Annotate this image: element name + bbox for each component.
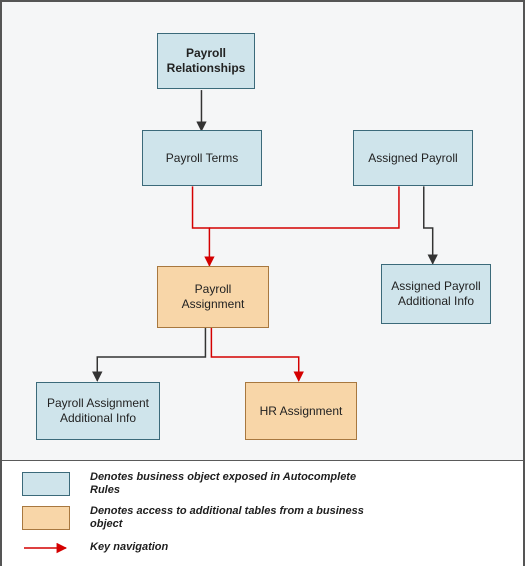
legend-row-blue: Denotes business object exposed in Autoc…	[22, 471, 370, 497]
node-label: HR Assignment	[260, 404, 343, 419]
node-payroll-relationships: Payroll Relationships	[157, 33, 255, 89]
node-label: Assigned Payroll	[368, 151, 457, 166]
node-label: Assigned Payroll Additional Info	[386, 279, 486, 309]
legend-swatch-blue	[22, 472, 70, 496]
node-payroll-assignment-additional-info: Payroll Assignment Additional Info	[36, 382, 160, 440]
legend-arrow-icon	[22, 542, 70, 554]
diagram-frame: Payroll Relationships Payroll Terms Assi…	[0, 0, 525, 566]
node-assigned-payroll: Assigned Payroll	[353, 130, 473, 186]
legend-text-arrow: Key navigation	[90, 541, 168, 554]
node-payroll-assignment: Payroll Assignment	[157, 266, 269, 328]
node-label: Payroll Terms	[166, 151, 238, 166]
legend-swatch-orange	[22, 506, 70, 530]
legend-text-orange: Denotes access to additional tables from…	[90, 505, 370, 531]
legend-row-orange: Denotes access to additional tables from…	[22, 505, 370, 531]
legend: Denotes business object exposed in Autoc…	[2, 461, 523, 567]
node-label: Payroll Assignment Additional Info	[41, 396, 155, 426]
node-assigned-payroll-additional-info: Assigned Payroll Additional Info	[381, 264, 491, 324]
diagram-canvas: Payroll Relationships Payroll Terms Assi…	[2, 2, 523, 461]
node-hr-assignment: HR Assignment	[245, 382, 357, 440]
node-label: Payroll Assignment	[162, 282, 264, 312]
legend-text-blue: Denotes business object exposed in Autoc…	[90, 471, 370, 497]
node-label: Payroll Relationships	[162, 46, 250, 76]
node-payroll-terms: Payroll Terms	[142, 130, 262, 186]
legend-row-arrow: Key navigation	[22, 541, 168, 554]
